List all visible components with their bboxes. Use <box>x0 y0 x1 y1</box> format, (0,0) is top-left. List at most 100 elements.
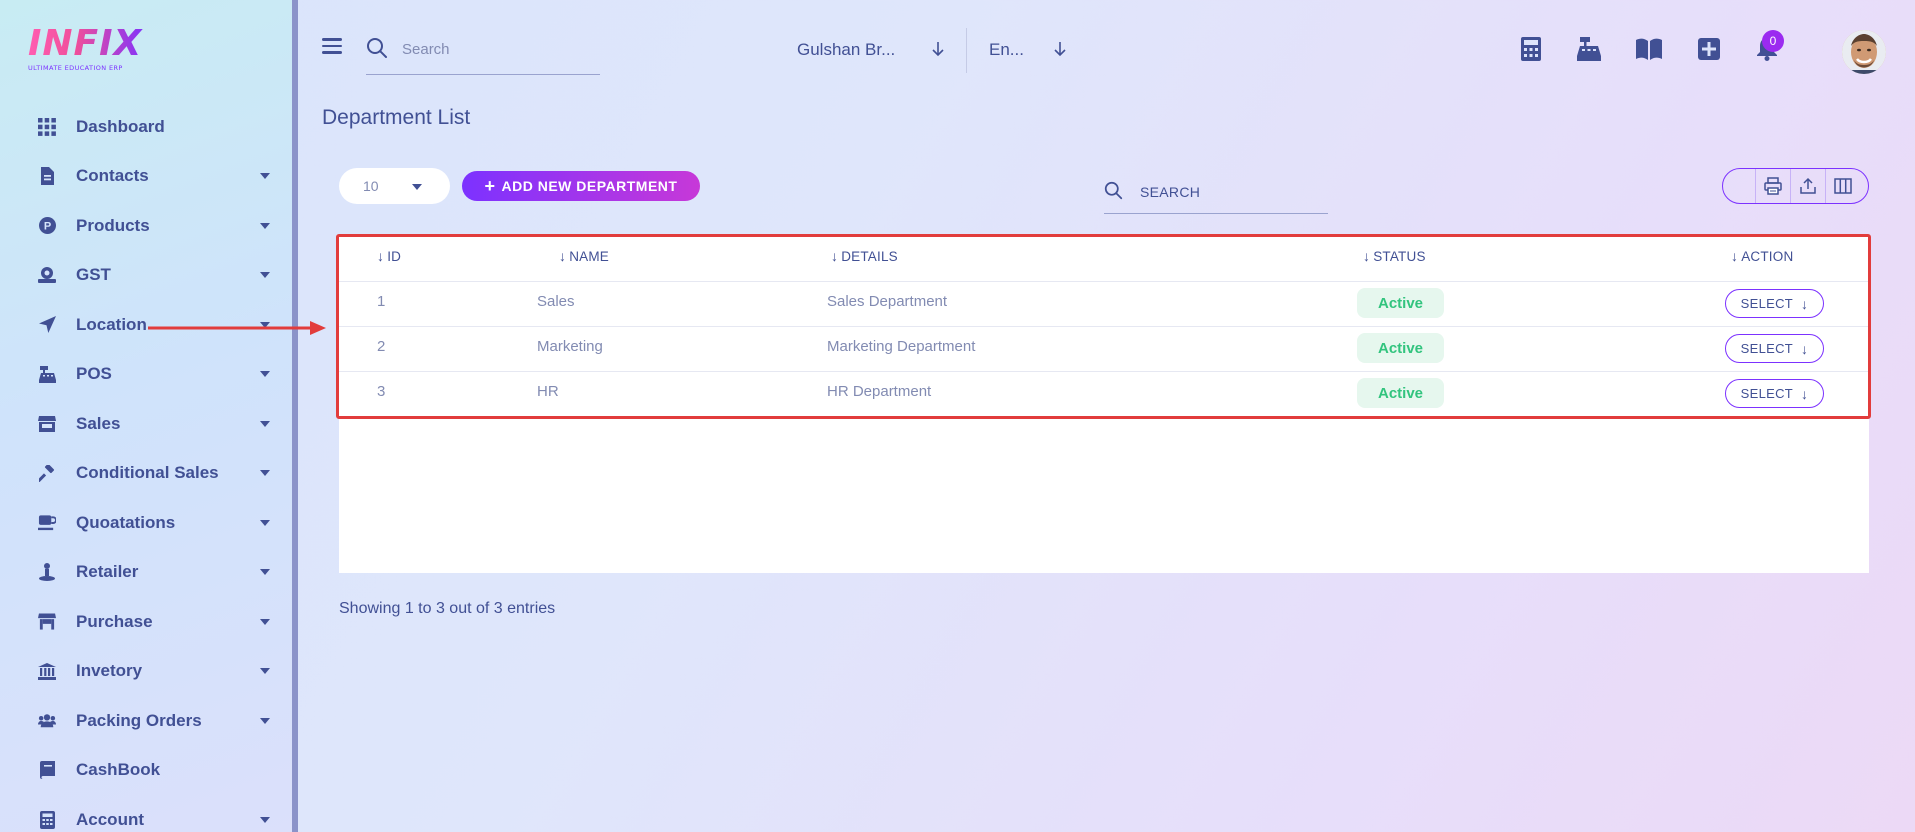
caret-down-icon <box>260 420 270 427</box>
sidebar-item-label: Retailer <box>76 562 139 582</box>
sidebar-menu: Dashboard Contacts P Products GST Locati… <box>0 102 292 832</box>
export-button[interactable] <box>1790 169 1825 203</box>
annotation-arrow <box>148 321 326 335</box>
sidebar-item-pos[interactable]: POS <box>0 350 292 400</box>
svg-text:P: P <box>43 221 50 233</box>
print-button[interactable] <box>1755 169 1790 203</box>
add-new-department-label: ADD NEW DEPARTMENT <box>501 178 678 194</box>
columns-button[interactable] <box>1825 169 1860 203</box>
book-open-icon[interactable] <box>1636 36 1662 62</box>
caret-down-icon <box>260 618 270 625</box>
caret-down-icon <box>412 184 422 190</box>
sidebar-item-dashboard[interactable]: Dashboard <box>0 102 292 152</box>
logo-subtitle: ULTIMATE EDUCATION ERP <box>28 64 123 72</box>
arrow-down-icon <box>1054 42 1066 57</box>
sidebar-item-invetory[interactable]: Invetory <box>0 647 292 697</box>
sidebar-item-label: GST <box>76 265 111 285</box>
caret-down-icon <box>260 272 270 279</box>
contacts-icon <box>38 167 56 186</box>
header-divider <box>966 28 967 73</box>
calculator-icon[interactable] <box>1518 36 1544 62</box>
logo-wordmark: INFIX <box>28 24 148 64</box>
avatar[interactable] <box>1842 30 1886 74</box>
entries-summary: Showing 1 to 3 out of 3 entries <box>339 600 556 617</box>
caret-down-icon <box>260 519 270 526</box>
branch-select[interactable]: Gulshan Br... <box>797 36 947 64</box>
sidebar: INFIX ULTIMATE EDUCATION ERP Dashboard C… <box>0 0 295 832</box>
table-tools <box>1722 168 1869 204</box>
print-icon <box>1764 177 1782 195</box>
sidebar-item-label: POS <box>76 364 112 384</box>
grid-icon <box>38 117 56 136</box>
sidebar-item-products[interactable]: P Products <box>0 201 292 251</box>
retailer-icon <box>38 563 56 582</box>
bank-icon <box>38 662 56 680</box>
columns-icon <box>1834 178 1852 194</box>
sidebar-item-label: Packing Orders <box>76 710 202 730</box>
sidebar-scrollbar[interactable] <box>292 0 298 832</box>
sidebar-item-label: Quoatations <box>76 512 176 532</box>
sidebar-item-gst[interactable]: GST <box>0 251 292 301</box>
language-select-value: En... <box>989 40 1024 59</box>
gst-icon <box>38 266 56 284</box>
sidebar-item-label: Purchase <box>76 611 153 631</box>
sidebar-item-label: Account <box>76 809 144 829</box>
shop-icon <box>38 613 56 631</box>
sidebar-item-purchase[interactable]: Purchase <box>0 597 292 647</box>
notification-badge: 0 <box>1762 30 1784 52</box>
products-icon: P <box>38 217 56 235</box>
sidebar-item-label: Location <box>76 314 147 334</box>
caret-down-icon <box>260 717 270 724</box>
caret-down-icon <box>260 222 270 229</box>
search-icon <box>366 37 388 63</box>
plus-square-icon[interactable] <box>1696 36 1722 62</box>
page-size-select[interactable]: 10 <box>339 168 450 204</box>
brand-logo[interactable]: INFIX ULTIMATE EDUCATION ERP <box>28 24 148 74</box>
book-icon <box>38 761 56 780</box>
add-new-department-button[interactable]: + ADD NEW DEPARTMENT <box>462 171 700 201</box>
sidebar-item-contacts[interactable]: Contacts <box>0 152 292 202</box>
sidebar-item-label: Conditional Sales <box>76 463 219 483</box>
coffee-icon <box>38 514 56 532</box>
page-size-value: 10 <box>363 178 379 194</box>
sidebar-item-label: Dashboard <box>76 116 165 136</box>
sidebar-item-account[interactable]: Account <box>0 795 292 832</box>
cash-register-icon <box>38 365 56 383</box>
hamburger-menu-icon[interactable] <box>322 38 342 56</box>
sidebar-item-label: Invetory <box>76 661 143 681</box>
table-search <box>1104 176 1328 214</box>
calculator-icon <box>38 810 56 829</box>
sidebar-item-label: Contacts <box>76 166 149 186</box>
cash-register-icon[interactable] <box>1576 36 1602 62</box>
caret-down-icon <box>260 816 270 823</box>
page-title: Department List <box>322 106 471 129</box>
sidebar-item-label: CashBook <box>76 760 161 780</box>
location-arrow-icon <box>38 316 56 334</box>
caret-down-icon <box>260 569 270 576</box>
users-icon <box>38 712 56 730</box>
language-select[interactable]: En... <box>989 36 1069 64</box>
search-icon <box>1104 181 1123 204</box>
sidebar-item-quoatations[interactable]: Quoatations <box>0 498 292 548</box>
sidebar-item-conditional-sales[interactable]: Conditional Sales <box>0 449 292 499</box>
sidebar-item-packing-orders[interactable]: Packing Orders <box>0 696 292 746</box>
annotation-highlight-frame <box>336 234 1871 419</box>
global-search <box>366 34 600 75</box>
branch-select-value: Gulshan Br... <box>797 40 896 59</box>
caret-down-icon <box>260 173 270 180</box>
search-input[interactable] <box>402 34 592 64</box>
caret-down-icon <box>260 371 270 378</box>
sidebar-item-cashbook[interactable]: CashBook <box>0 746 292 796</box>
sidebar-item-label: Sales <box>76 413 121 433</box>
caret-down-icon <box>260 668 270 675</box>
store-icon <box>38 415 56 433</box>
gavel-icon <box>38 464 56 482</box>
table-search-input[interactable] <box>1140 180 1320 204</box>
arrow-down-icon <box>932 42 944 57</box>
sidebar-item-label: Products <box>76 215 150 235</box>
plus-icon: + <box>484 175 496 196</box>
sidebar-item-sales[interactable]: Sales <box>0 399 292 449</box>
sidebar-item-retailer[interactable]: Retailer <box>0 548 292 598</box>
caret-down-icon <box>260 470 270 477</box>
export-icon <box>1800 177 1816 194</box>
